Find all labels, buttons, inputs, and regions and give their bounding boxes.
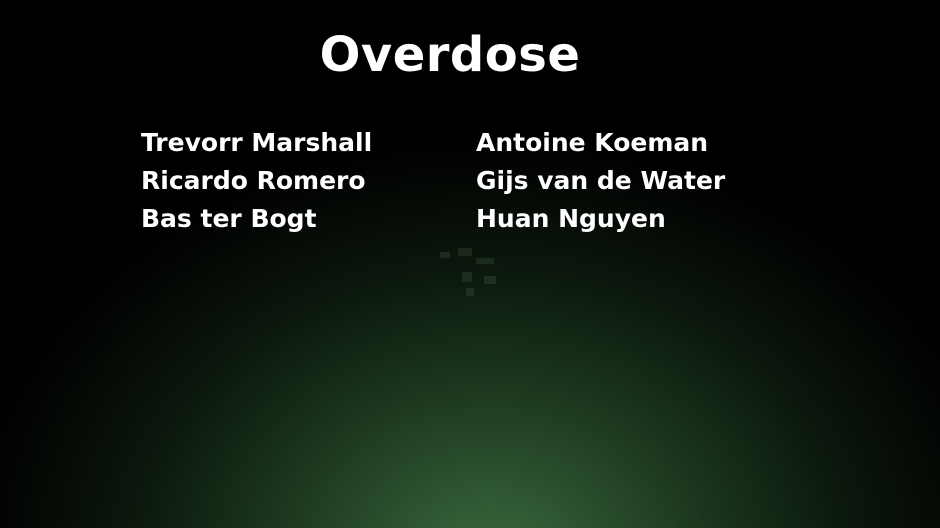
- credit-name: Ricardo Romero: [141, 166, 366, 195]
- credit-name: Trevorr Marshall: [141, 128, 373, 157]
- credit-name: Huan Nguyen: [476, 204, 666, 233]
- credit-name: Gijs van de Water: [476, 166, 726, 195]
- credits-column-right: Antoine Koeman Gijs van de Water Huan Ng…: [476, 124, 725, 238]
- credits-title: Overdose: [319, 27, 581, 83]
- background-smudge-decoration: [440, 248, 496, 296]
- credits-screen: Overdose Trevorr Marshall Ricardo Romero…: [0, 0, 940, 528]
- credit-name: Bas ter Bogt: [141, 204, 317, 233]
- credit-name: Antoine Koeman: [476, 128, 709, 157]
- credits-column-left: Trevorr Marshall Ricardo Romero Bas ter …: [141, 124, 372, 238]
